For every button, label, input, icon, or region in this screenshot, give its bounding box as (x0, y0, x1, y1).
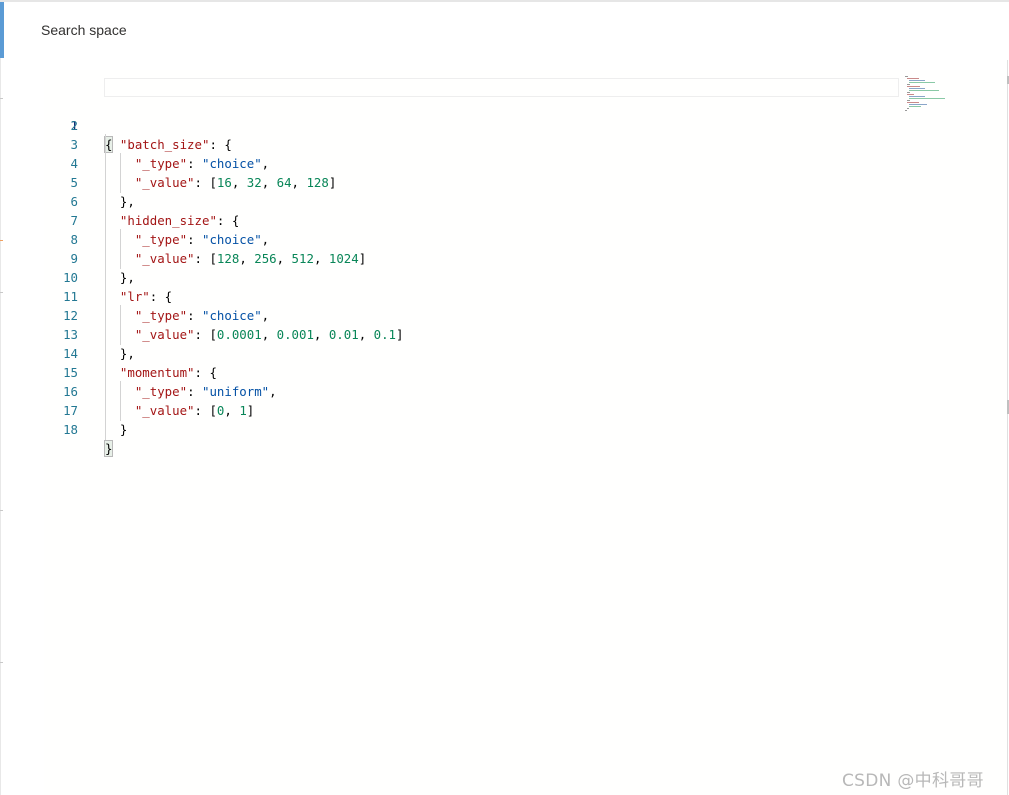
minimap-line (907, 108, 909, 109)
minimap-line (909, 90, 939, 91)
code-line[interactable]: 16 "_value": [0, 1] (44, 363, 1007, 421)
minimap-line (909, 98, 945, 99)
code-line[interactable]: 12 "_value": [0.0001, 0.001, 0.01, 0.1] (44, 287, 1007, 345)
minimap-line (907, 78, 919, 79)
code-line[interactable]: 15 "_type": "uniform", (44, 344, 1007, 402)
code-line[interactable]: 17 } (44, 382, 1007, 440)
code-line[interactable]: 8 "_value": [128, 256, 512, 1024] (44, 211, 1007, 269)
left-divider-tick (0, 662, 3, 663)
code-line[interactable]: 10 "lr": { (44, 249, 1007, 307)
code-line[interactable]: 13 }, (44, 306, 1007, 364)
code-line[interactable]: 7 "_type": "choice", (44, 192, 1007, 250)
minimap-line (907, 86, 920, 87)
watermark: CSDN @中科哥哥 (842, 771, 984, 791)
minimap-line (905, 76, 908, 77)
line-number: 18 (63, 422, 78, 437)
minimap-line (909, 104, 927, 105)
minimap-line (907, 102, 919, 103)
minimap-line (907, 94, 914, 95)
code-line[interactable]: 1 { (44, 78, 1007, 153)
code-line[interactable]: 18 } (44, 401, 1007, 457)
code-line[interactable]: 2 "batch_size": { (44, 97, 1007, 155)
line-content: } (103, 439, 114, 458)
code-line[interactable]: 6 "hidden_size": { (44, 173, 1007, 231)
panel-title: Search space (41, 22, 127, 38)
minimap-line (909, 96, 925, 97)
minimap-line (909, 82, 935, 83)
minimap-line (905, 110, 907, 111)
minimap-line (909, 88, 925, 89)
code-line[interactable]: 3 "_type": "choice", (44, 116, 1007, 174)
current-line-highlight (104, 78, 899, 97)
code-editor[interactable]: 1 { 2 "batch_size": { 3 "_type": "choice… (44, 70, 1007, 795)
left-divider-tick (0, 98, 3, 99)
minimap-line (907, 100, 910, 101)
code-line[interactable]: 11 "_type": "choice", (44, 268, 1007, 326)
code-line[interactable]: 4 "_value": [16, 32, 64, 128] (44, 135, 1007, 193)
left-divider-tick (0, 240, 3, 241)
minimap-line (909, 106, 921, 107)
selected-nav-indicator (0, 2, 4, 58)
minimap-line (909, 80, 925, 81)
code-line[interactable]: 14 "momentum": { (44, 325, 1007, 383)
code-line[interactable]: 5 }, (44, 154, 1007, 212)
code-lines[interactable]: 1 { 2 "batch_size": { 3 "_type": "choice… (44, 78, 1007, 457)
code-line[interactable]: 9 }, (44, 230, 1007, 288)
top-border (0, 0, 1009, 2)
line-content: } (105, 419, 127, 440)
left-divider-tick (0, 510, 3, 511)
editor-minimap[interactable] (905, 76, 955, 112)
left-divider (0, 58, 1, 795)
close-brace: } (103, 440, 114, 457)
left-divider-tick (0, 292, 3, 293)
minimap-line (907, 92, 910, 93)
minimap-line (907, 84, 910, 85)
right-divider (1007, 60, 1008, 795)
